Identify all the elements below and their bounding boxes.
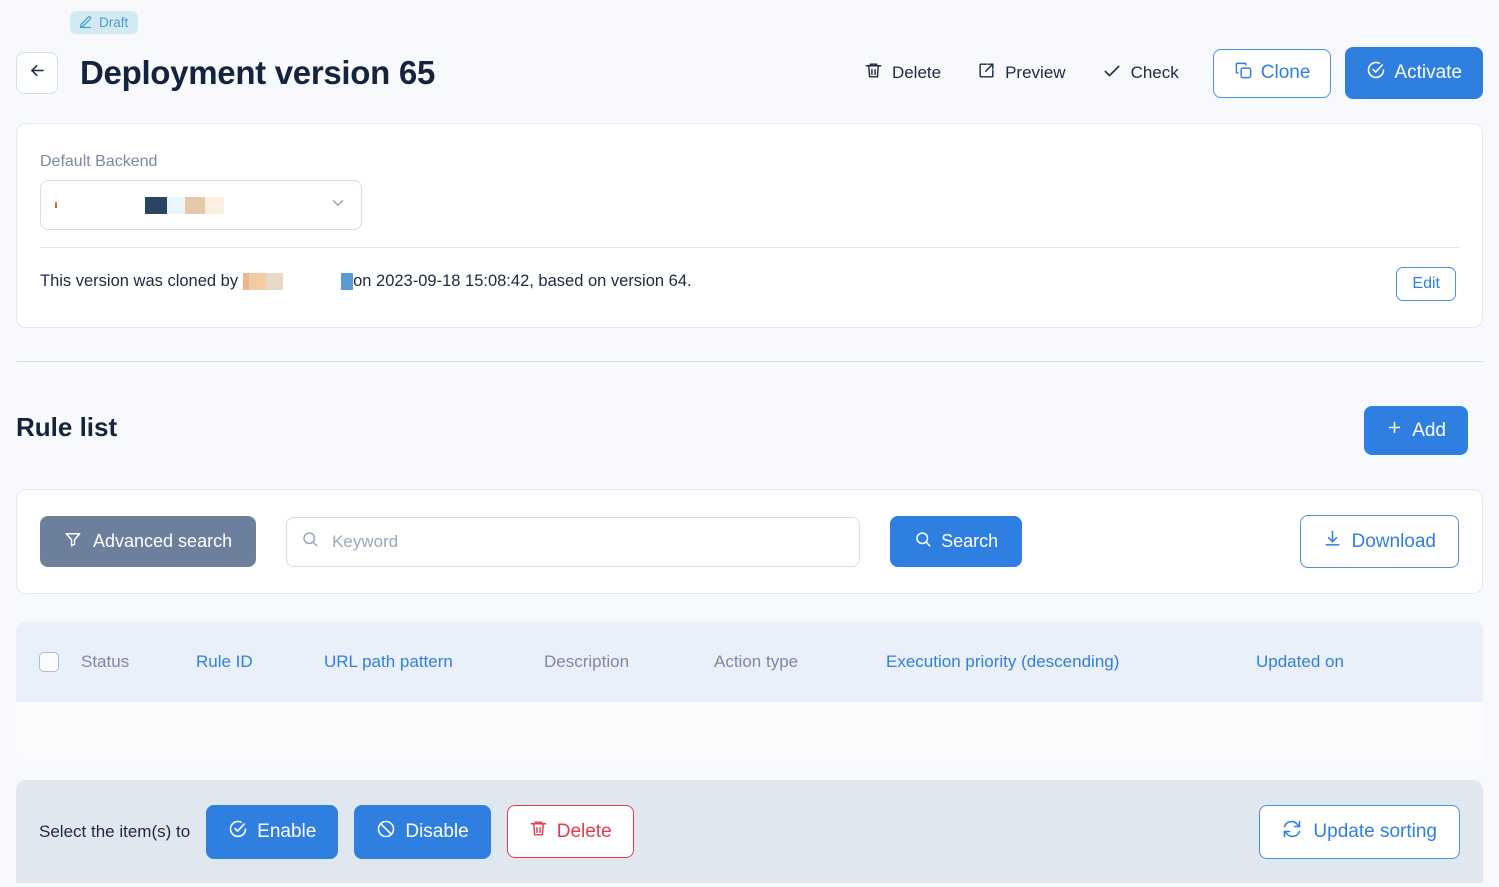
copy-icon <box>1234 61 1253 86</box>
header-actions: Delete Preview Check Clone Activate <box>846 47 1483 99</box>
external-link-icon <box>977 61 996 85</box>
redacted-block <box>266 273 284 290</box>
deployment-version-page: Draft Deployment version 65 Delete Previ… <box>0 0 1499 887</box>
edit-button[interactable]: Edit <box>1396 267 1456 301</box>
download-icon <box>1323 529 1342 554</box>
default-backend-value <box>55 196 329 214</box>
chevron-down-icon <box>329 194 347 217</box>
enable-button-label: Enable <box>257 820 317 842</box>
default-backend-card: Default Backend This version was cloned … <box>16 123 1483 328</box>
redacted-block <box>341 273 354 290</box>
rule-table: Status Rule ID URL path pattern Descript… <box>16 622 1483 762</box>
card-divider <box>40 247 1459 248</box>
bulk-action-label: Select the item(s) to <box>39 821 191 841</box>
download-button-label: Download <box>1351 530 1437 552</box>
column-rule-id[interactable]: Rule ID <box>196 652 324 672</box>
page-header: Deployment version 65 Delete Preview Che… <box>16 42 1483 104</box>
search-icon <box>301 530 319 553</box>
redacted-block <box>167 196 185 214</box>
refresh-icon <box>1282 819 1302 845</box>
clone-button-label: Clone <box>1260 62 1311 83</box>
check-button-label: Check <box>1130 63 1179 82</box>
bulk-delete-button[interactable]: Delete <box>506 805 634 858</box>
check-button[interactable]: Check <box>1084 53 1197 94</box>
pencil-icon <box>78 15 93 30</box>
check-circle-icon <box>1366 60 1386 86</box>
select-all-checkbox[interactable] <box>38 652 59 672</box>
back-button[interactable] <box>16 52 58 94</box>
arrow-left-icon <box>28 61 47 85</box>
page-title: Deployment version 65 <box>80 54 435 91</box>
clone-button[interactable]: Clone <box>1212 48 1332 98</box>
search-icon <box>914 530 932 553</box>
activate-button-label: Activate <box>1394 62 1462 83</box>
rule-list-title: Rule list <box>16 412 118 442</box>
redacted-block <box>185 196 205 214</box>
column-status: Status <box>81 652 130 671</box>
column-updated-on[interactable]: Updated on <box>1256 652 1416 672</box>
bulk-delete-label: Delete <box>556 820 612 842</box>
disable-button[interactable]: Disable <box>354 804 491 859</box>
column-url-path-pattern[interactable]: URL path pattern <box>324 652 544 672</box>
check-circle-icon <box>228 819 248 845</box>
preview-button-label: Preview <box>1005 63 1066 82</box>
disable-button-label: Disable <box>405 820 469 842</box>
trash-icon <box>529 819 548 844</box>
search-button-label: Search <box>941 531 999 551</box>
delete-button-label: Delete <box>891 63 942 82</box>
clone-note-suffix: on 2023-09-18 15:08:42, based on version… <box>353 272 692 290</box>
filter-icon <box>64 530 82 553</box>
trash-icon <box>864 61 883 85</box>
status-badge: Draft <box>70 11 139 34</box>
column-action-type: Action type <box>714 652 799 671</box>
column-description: Description <box>544 652 630 671</box>
update-sorting-button[interactable]: Update sorting <box>1259 804 1460 859</box>
search-button[interactable]: Search <box>890 516 1023 567</box>
search-input[interactable] <box>330 530 846 553</box>
advanced-search-button[interactable]: Advanced search <box>40 516 257 567</box>
column-execution-priority[interactable]: Execution priority (descending) <box>886 652 1256 672</box>
advanced-search-label: Advanced search <box>93 531 233 551</box>
redacted-block <box>205 196 224 214</box>
download-button[interactable]: Download <box>1299 515 1459 568</box>
default-backend-select[interactable] <box>40 180 362 230</box>
add-rule-button[interactable]: Add <box>1364 406 1468 455</box>
keyword-field[interactable] <box>286 516 861 567</box>
ban-icon <box>376 819 396 845</box>
delete-button[interactable]: Delete <box>846 53 959 93</box>
table-header-row: Status Rule ID URL path pattern Descript… <box>16 622 1483 702</box>
rule-search-toolbar: Advanced search Search <box>16 489 1483 594</box>
clone-note: This version was cloned by on 2023-09-18… <box>40 272 692 291</box>
status-badge-label: Draft <box>99 14 129 30</box>
redacted-mark <box>55 202 57 208</box>
redacted-block <box>145 196 167 214</box>
preview-button[interactable]: Preview <box>959 53 1083 93</box>
add-rule-label: Add <box>1412 419 1446 441</box>
bulk-action-bar: Select the item(s) to Enable Disable Del… <box>16 780 1483 883</box>
update-sorting-label: Update sorting <box>1313 820 1437 842</box>
enable-button[interactable]: Enable <box>206 804 339 859</box>
checkmark-icon <box>1102 61 1122 86</box>
plus-icon <box>1386 419 1403 442</box>
redacted-block <box>249 273 267 290</box>
clone-note-prefix: This version was cloned by <box>40 272 239 290</box>
section-divider <box>16 361 1483 362</box>
activate-button[interactable]: Activate <box>1345 47 1483 99</box>
table-body <box>16 702 1483 762</box>
default-backend-label: Default Backend <box>40 153 158 170</box>
